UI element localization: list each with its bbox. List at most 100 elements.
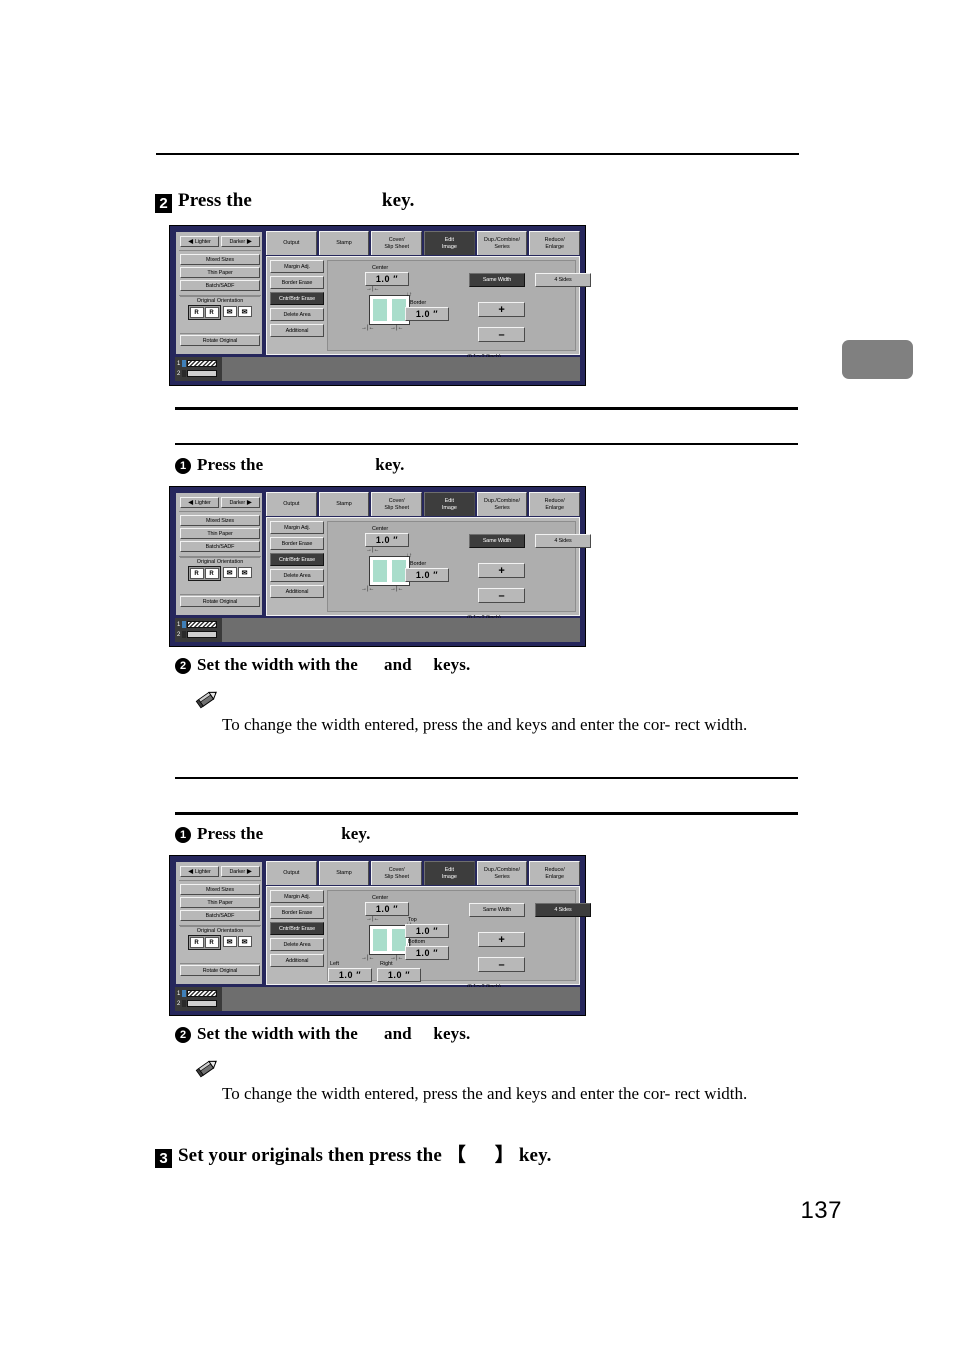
field-value-left[interactable]: 1.0 ″ bbox=[328, 968, 372, 982]
panel-button-mixed-sizes[interactable]: Mixed Sizes bbox=[180, 515, 260, 526]
field-label-border: Border bbox=[410, 561, 427, 567]
note-text-2: To change the width entered, press the a… bbox=[222, 715, 748, 734]
left-arrow-icon: ◀ bbox=[188, 868, 193, 875]
step-label-before: Press the bbox=[197, 824, 264, 843]
sub-button-border-erase[interactable]: Border Erase bbox=[270, 906, 324, 919]
field-value-center[interactable]: 1.0 ″ bbox=[365, 272, 409, 286]
tab-reduce-enlarge[interactable]: Reduce/Enlarge bbox=[529, 492, 581, 516]
tab-edit-image[interactable]: Edit Image bbox=[424, 861, 475, 885]
orientation-option-portrait[interactable]: RR bbox=[187, 305, 221, 320]
tab-output[interactable]: Output bbox=[266, 492, 317, 516]
panel-button-batch-sadf[interactable]: Batch/SADF bbox=[180, 910, 260, 921]
tray-1-level-icon bbox=[187, 990, 218, 997]
orientation-option-portrait[interactable]: RR bbox=[187, 566, 221, 581]
density-row: ◀ Lighter Darker ▶ bbox=[180, 236, 260, 247]
rotate-original-button[interactable]: Rotate Original bbox=[180, 965, 260, 976]
field-value-center[interactable]: 1.0 ″ bbox=[365, 902, 409, 916]
tab-cover-slip-sheet[interactable]: Cover/Slip Sheet bbox=[371, 492, 423, 516]
decrease-button[interactable]: – bbox=[478, 957, 525, 972]
sub-button-additional[interactable]: Additional bbox=[270, 585, 324, 598]
orientation-cell: R bbox=[204, 937, 219, 948]
tab-cover-slip-sheet[interactable]: Cover/Slip Sheet bbox=[371, 861, 423, 885]
tab-stamp[interactable]: Stamp bbox=[318, 492, 370, 516]
increase-button[interactable]: + bbox=[478, 563, 525, 578]
increase-button[interactable]: + bbox=[478, 932, 525, 947]
field-value-bottom[interactable]: 1.0 ″ bbox=[405, 946, 449, 960]
tray-2-level-icon bbox=[187, 631, 218, 638]
same-width-button[interactable]: Same Width bbox=[469, 273, 525, 287]
field-value-border[interactable]: 1.0 ″ bbox=[405, 307, 449, 321]
panel-button-thin-paper[interactable]: Thin Paper bbox=[180, 897, 260, 908]
darker-button[interactable]: Darker ▶ bbox=[221, 497, 260, 508]
field-value-border[interactable]: 1.0 ″ bbox=[405, 568, 449, 582]
lighter-button[interactable]: ◀ Lighter bbox=[180, 497, 219, 508]
sub-button-cntr-brdr-erase[interactable]: Cntr/Brdr Erase bbox=[270, 292, 324, 305]
darker-button[interactable]: Darker ▶ bbox=[221, 866, 260, 877]
note-text-3: To change the width entered, press the a… bbox=[222, 1084, 748, 1103]
panel-button-thin-paper[interactable]: Thin Paper bbox=[180, 267, 260, 278]
sub-button-delete-area[interactable]: Delete Area bbox=[270, 308, 324, 321]
lighter-button[interactable]: ◀ Lighter bbox=[180, 236, 219, 247]
tab-output[interactable]: Output bbox=[266, 861, 317, 885]
field-label-center: Center bbox=[372, 895, 389, 901]
orientation-cell: R bbox=[204, 307, 219, 318]
field-value-top[interactable]: 1.0 ″ bbox=[405, 924, 449, 938]
sub-button-border-erase[interactable]: Border Erase bbox=[270, 537, 324, 550]
panel-button-batch-sadf[interactable]: Batch/SADF bbox=[180, 541, 260, 552]
orientation-option-landscape[interactable]: ✉ ✉ bbox=[222, 935, 253, 950]
panel-button-thin-paper[interactable]: Thin Paper bbox=[180, 528, 260, 539]
four-sides-button[interactable]: 4 Sides bbox=[535, 903, 591, 917]
darker-button[interactable]: Darker ▶ bbox=[221, 236, 260, 247]
sub-button-cntr-brdr-erase[interactable]: Cntr/Brdr Erase bbox=[270, 922, 324, 935]
same-width-button[interactable]: Same Width bbox=[469, 534, 525, 548]
sub-button-additional[interactable]: Additional bbox=[270, 954, 324, 967]
field-label-center: Center bbox=[372, 526, 389, 532]
tray-2-level-icon bbox=[187, 370, 218, 377]
sub-button-margin-adj[interactable]: Margin Adj. bbox=[270, 521, 324, 534]
four-sides-button[interactable]: 4 Sides bbox=[535, 534, 591, 548]
four-sides-button[interactable]: 4 Sides bbox=[535, 273, 591, 287]
tab-reduce-enlarge[interactable]: Reduce/Enlarge bbox=[529, 231, 581, 255]
tab-cover-slip-sheet[interactable]: Cover/Slip Sheet bbox=[371, 231, 423, 255]
tab-stamp[interactable]: Stamp bbox=[318, 861, 370, 885]
orientation-option-landscape[interactable]: ✉ ✉ bbox=[222, 566, 253, 581]
step-label-before: Press the bbox=[178, 190, 252, 211]
preview-page-left bbox=[373, 560, 387, 582]
panel-button-mixed-sizes[interactable]: Mixed Sizes bbox=[180, 254, 260, 265]
tab-dup-combine-series[interactable]: Dup./Combine/Series bbox=[476, 861, 528, 885]
field-label-border: Border bbox=[410, 300, 427, 306]
decrease-button[interactable]: – bbox=[478, 588, 525, 603]
right-arrow-icon: ▶ bbox=[247, 238, 252, 245]
dimension-tick-icon: →|← bbox=[366, 547, 380, 553]
sub-button-additional[interactable]: Additional bbox=[270, 324, 324, 337]
sub-button-delete-area[interactable]: Delete Area bbox=[270, 569, 324, 582]
tab-output[interactable]: Output bbox=[266, 231, 317, 255]
same-width-button[interactable]: Same Width bbox=[469, 903, 525, 917]
lighter-button[interactable]: ◀ Lighter bbox=[180, 866, 219, 877]
tab-edit-image[interactable]: Edit Image bbox=[424, 492, 475, 516]
sub-button-cntr-brdr-erase[interactable]: Cntr/Brdr Erase bbox=[270, 553, 324, 566]
tab-edit-image[interactable]: Edit Image bbox=[424, 231, 475, 255]
tab-stamp[interactable]: Stamp bbox=[318, 231, 370, 255]
tab-reduce-enlarge[interactable]: Reduce/Enlarge bbox=[529, 861, 581, 885]
rotate-original-button[interactable]: Rotate Original bbox=[180, 335, 260, 346]
tab-dup-combine-series[interactable]: Dup./Combine/Series bbox=[476, 492, 528, 516]
field-value-center[interactable]: 1.0 ″ bbox=[365, 533, 409, 547]
sub-button-margin-adj[interactable]: Margin Adj. bbox=[270, 890, 324, 903]
final-step-heading: 3 Set your originals then press the 【 】 … bbox=[155, 1140, 551, 1168]
sub-button-margin-adj[interactable]: Margin Adj. bbox=[270, 260, 324, 273]
tab-dup-combine-series[interactable]: Dup./Combine/Series bbox=[476, 231, 528, 255]
sub-button-delete-area[interactable]: Delete Area bbox=[270, 938, 324, 951]
orientation-option-landscape[interactable]: ✉ ✉ bbox=[222, 305, 253, 320]
field-value-right[interactable]: 1.0 ″ bbox=[377, 968, 421, 982]
increase-button[interactable]: + bbox=[478, 302, 525, 317]
rotate-original-button[interactable]: Rotate Original bbox=[180, 596, 260, 607]
separator bbox=[179, 250, 261, 251]
sub-button-border-erase[interactable]: Border Erase bbox=[270, 276, 324, 289]
panel-button-batch-sadf[interactable]: Batch/SADF bbox=[180, 280, 260, 291]
orientation-option-portrait[interactable]: RR bbox=[187, 935, 221, 950]
orientation-options: R R ✉ ✉ bbox=[180, 934, 260, 951]
decrease-button[interactable]: – bbox=[478, 327, 525, 342]
tray-1-tip-icon bbox=[181, 990, 186, 997]
panel-button-mixed-sizes[interactable]: Mixed Sizes bbox=[180, 884, 260, 895]
